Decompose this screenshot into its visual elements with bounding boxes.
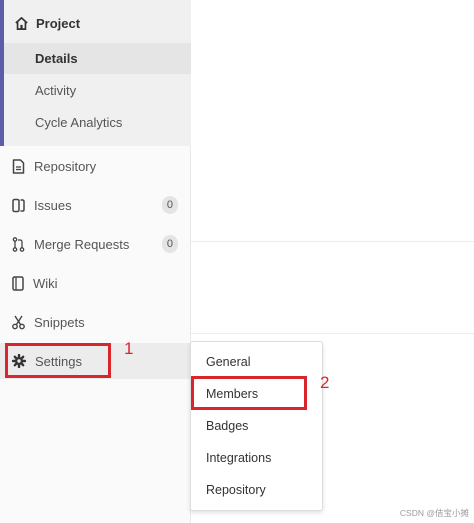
sidebar-subitem-cycle-analytics[interactable]: Cycle Analytics — [4, 107, 191, 138]
sidebar-item-wiki[interactable]: Wiki — [0, 265, 190, 301]
sidebar-subitem-details[interactable]: Details — [4, 43, 191, 74]
book-icon — [12, 275, 24, 291]
sidebar-item-snippets[interactable]: Snippets — [0, 304, 190, 340]
settings-menu-badges[interactable]: Badges — [191, 411, 322, 441]
merge-requests-count-badge: 0 — [161, 235, 178, 253]
sidebar-item-label: Merge Requests — [34, 236, 130, 252]
sidebar-subitem-label: Details — [35, 51, 78, 66]
watermark: CSDN @佶宝小摊 — [399, 508, 469, 518]
sidebar-item-repository[interactable]: Repository — [0, 148, 190, 184]
issues-count-badge: 0 — [161, 196, 178, 214]
sidebar-subitem-activity[interactable]: Activity — [4, 75, 191, 106]
settings-menu-general[interactable]: General — [191, 347, 322, 377]
annotation-highlight-members — [191, 376, 307, 410]
scissors-icon — [12, 315, 25, 330]
document-icon — [12, 158, 25, 174]
issues-icon — [12, 198, 25, 213]
sidebar-item-label: Project — [36, 15, 81, 31]
sidebar-item-project[interactable]: Project — [4, 4, 191, 42]
content-divider — [191, 241, 474, 242]
sidebar-item-label: Wiki — [33, 275, 58, 291]
sidebar-item-merge-requests[interactable]: Merge Requests 0 — [0, 226, 190, 262]
settings-menu-integrations[interactable]: Integrations — [191, 443, 322, 473]
merge-request-icon — [12, 236, 25, 252]
annotation-step-number: 1 — [124, 339, 134, 358]
content-divider — [191, 333, 474, 334]
sidebar-item-label: Issues — [34, 197, 72, 213]
annotation-step-number: 2 — [320, 373, 330, 392]
sidebar-subitem-label: Activity — [35, 83, 77, 98]
sidebar-subitem-label: Cycle Analytics — [35, 115, 123, 130]
home-icon — [14, 16, 29, 31]
sidebar-item-issues[interactable]: Issues 0 — [0, 187, 190, 223]
sidebar-item-label: Snippets — [34, 314, 85, 330]
settings-menu-repository[interactable]: Repository — [191, 475, 322, 505]
annotation-highlight-settings — [5, 343, 111, 378]
sidebar: Project Details Activity Cycle Analytics… — [0, 0, 191, 523]
settings-flyout-menu: General Members Badges Integrations Repo… — [190, 341, 323, 511]
project-section: Project Details Activity Cycle Analytics — [0, 0, 191, 146]
sidebar-item-label: Repository — [34, 158, 97, 174]
